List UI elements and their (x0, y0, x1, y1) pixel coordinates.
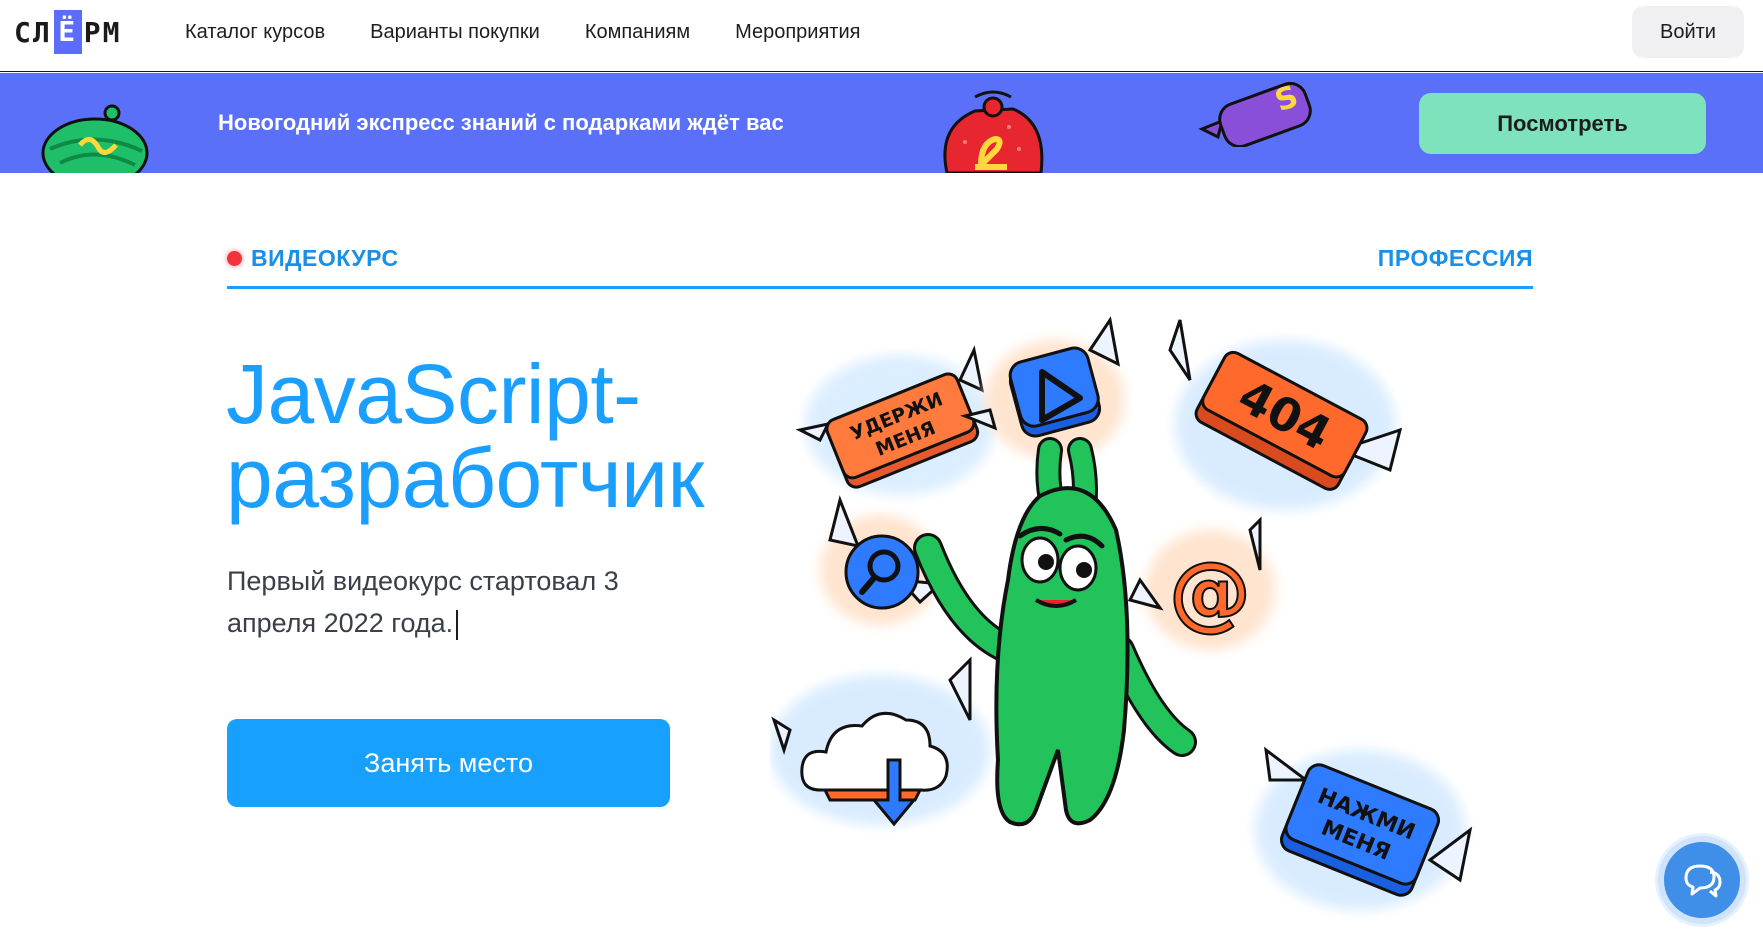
svg-text:@: @ (1169, 545, 1251, 640)
nav-item-purchase-options[interactable]: Варианты покупки (370, 21, 540, 44)
hold-me-sticker: УДЕРЖИ МЕНЯ (795, 345, 995, 495)
site-logo[interactable]: СЛ Ё РМ (14, 10, 121, 54)
gift-bag-red-icon (943, 90, 1044, 173)
hero-illustration: УДЕРЖИ МЕНЯ 404 @ НАЖМИ МЕНЯ (770, 316, 1473, 910)
at-icon: @ (1127, 516, 1275, 650)
logo-letter-yo: Ё (53, 10, 82, 54)
logo-text-prefix: СЛ (14, 15, 52, 49)
reserve-seat-button[interactable]: Занять место (227, 719, 670, 807)
tab-videocourse-label: ВИДЕОКУРС (251, 245, 399, 271)
tab-profession[interactable]: ПРОФЕССИЯ (1378, 245, 1533, 272)
nav-item-companies[interactable]: Компаниям (585, 21, 690, 44)
tab-videocourse[interactable]: ВИДЕОКУРС (227, 245, 399, 272)
login-button[interactable]: Войти (1632, 6, 1744, 58)
chat-icon (1684, 864, 1722, 898)
press-me-sticker: НАЖМИ МЕНЯ (1255, 746, 1473, 910)
page-title-line2: разработчик (226, 431, 704, 525)
gift-candy-purple-icon: S (1198, 79, 1312, 147)
live-indicator-icon (227, 251, 242, 266)
page-title: JavaScript- разработчик (226, 352, 786, 520)
nav-item-catalog[interactable]: Каталог курсов (185, 21, 325, 44)
nav-item-events[interactable]: Мероприятия (735, 21, 860, 44)
main-nav: Каталог курсов Варианты покупки Компания… (185, 0, 860, 64)
promo-banner: Новогодний экспресс знаний с подарками ж… (0, 73, 1763, 173)
hero-subtitle: Первый видеокурс стартовал 3 апреля 2022… (227, 560, 687, 644)
text-caret (456, 609, 459, 640)
chat-widget-button[interactable] (1658, 836, 1746, 924)
hero-subtitle-text: Первый видеокурс стартовал 3 апреля 2022… (227, 566, 619, 638)
error-404-sticker: 404 (1168, 319, 1403, 510)
banner-view-button[interactable]: Посмотреть (1419, 93, 1706, 154)
site-header: СЛ Ё РМ Каталог курсов Варианты покупки Ко… (0, 0, 1763, 72)
cloud-download-icon (770, 656, 990, 827)
logo-text-suffix: РМ (83, 15, 122, 49)
gift-bag-green-icon (41, 104, 149, 173)
banner-text: Новогодний экспресс знаний с подарками ж… (218, 110, 784, 135)
page-title-line1: JavaScript- (226, 347, 641, 441)
course-type-tabs: ВИДЕОКУРС ПРОФЕССИЯ (227, 245, 1533, 289)
